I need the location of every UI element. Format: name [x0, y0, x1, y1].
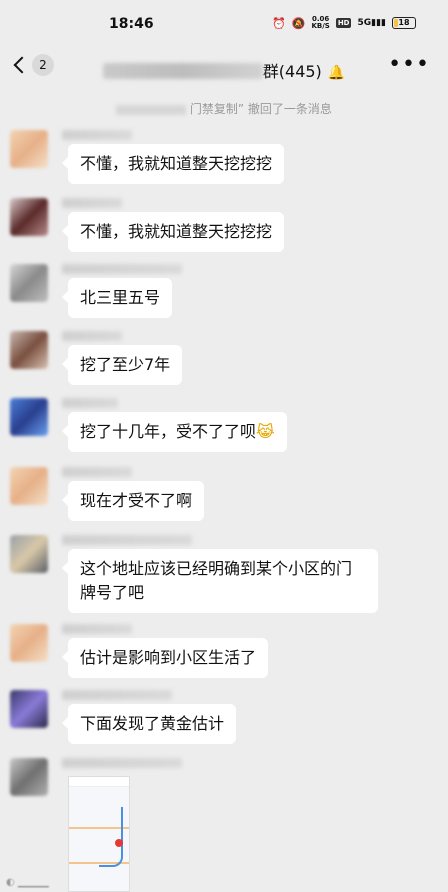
message-bubble[interactable]: 下面发现了黄金估计: [61, 704, 237, 744]
recall-notice-text: 门禁复制” 撤回了一条消息: [189, 102, 332, 116]
net-speed: 0.06 KB/S: [311, 16, 329, 30]
message-bubble[interactable]: 北三里五号: [61, 278, 173, 318]
more-options-button[interactable]: •••: [388, 52, 430, 77]
sender-name: [62, 467, 132, 477]
sender-name: [62, 331, 122, 341]
hd-badge: HD: [335, 18, 352, 28]
message-bubble[interactable]: 不懂，我就知道整天挖挖挖: [61, 212, 285, 252]
signal-label: 5G: [357, 18, 372, 28]
mute-bell-icon: 🔕: [291, 16, 306, 30]
status-bar: 18:46 ⏰ 🔕 0.06 KB/S HD 5G▮▮▮ 18: [0, 0, 448, 46]
avatar[interactable]: [10, 690, 48, 728]
sender-name: [62, 690, 172, 700]
message-bubble[interactable]: 这个地址应该已经明确到某个小区的门牌号了吧: [62, 549, 378, 613]
avatar[interactable]: [10, 264, 48, 302]
image-message[interactable]: [68, 776, 130, 892]
status-icons: ⏰ 🔕 0.06 KB/S HD 5G▮▮▮ 18: [272, 16, 416, 30]
mute-bell-icon: 🔔: [327, 65, 346, 81]
sender-name: [62, 398, 118, 408]
message-text: 挖了十几年，受不了了呗: [80, 422, 257, 441]
blurred-username: [116, 104, 187, 115]
watermark: ◐ ▁▁▁▁: [6, 877, 49, 888]
message-bubble[interactable]: 现在才受不了啊: [61, 481, 205, 521]
message-bubble[interactable]: 挖了至少7年: [61, 345, 183, 385]
avatar[interactable]: [10, 130, 48, 168]
chat-title: 群(445) 🔔: [0, 58, 448, 82]
avatar[interactable]: [10, 198, 48, 236]
battery-icon: 18: [392, 17, 416, 29]
sender-name: [62, 535, 192, 545]
message-bubble[interactable]: 挖了十几年，受不了了呗😹: [62, 412, 287, 452]
blurred-group-name: [102, 63, 263, 79]
avatar[interactable]: [10, 535, 48, 573]
map-pin-icon: [115, 839, 123, 847]
sender-name: [62, 758, 182, 768]
message-bubble[interactable]: 估计是影响到小区生活了: [61, 638, 269, 678]
status-time: 18:46: [109, 16, 154, 32]
emoji-cat-icon: 😹: [256, 422, 275, 441]
chat-title-suffix: 群(445): [262, 62, 322, 81]
map-route: [99, 807, 123, 867]
chat-header: 2 群(445) 🔔 •••: [0, 46, 448, 90]
signal-icon: 5G▮▮▮: [357, 18, 386, 28]
sender-name: [62, 198, 122, 208]
net-speed-unit: KB/S: [311, 22, 330, 30]
avatar[interactable]: [10, 467, 48, 505]
sender-name: [62, 624, 132, 634]
avatar[interactable]: [10, 758, 48, 796]
sender-name: [62, 130, 132, 140]
avatar[interactable]: [10, 624, 48, 662]
avatar[interactable]: [10, 331, 48, 369]
map-search-bar: [69, 777, 129, 787]
alarm-icon: ⏰: [272, 16, 286, 30]
message-bubble[interactable]: 不懂，我就知道整天挖挖挖: [61, 144, 285, 184]
sender-name: [62, 264, 182, 274]
battery-level: 18: [398, 18, 410, 27]
recall-notice: 门禁复制” 撤回了一条消息: [0, 100, 448, 117]
avatar[interactable]: [10, 398, 48, 436]
